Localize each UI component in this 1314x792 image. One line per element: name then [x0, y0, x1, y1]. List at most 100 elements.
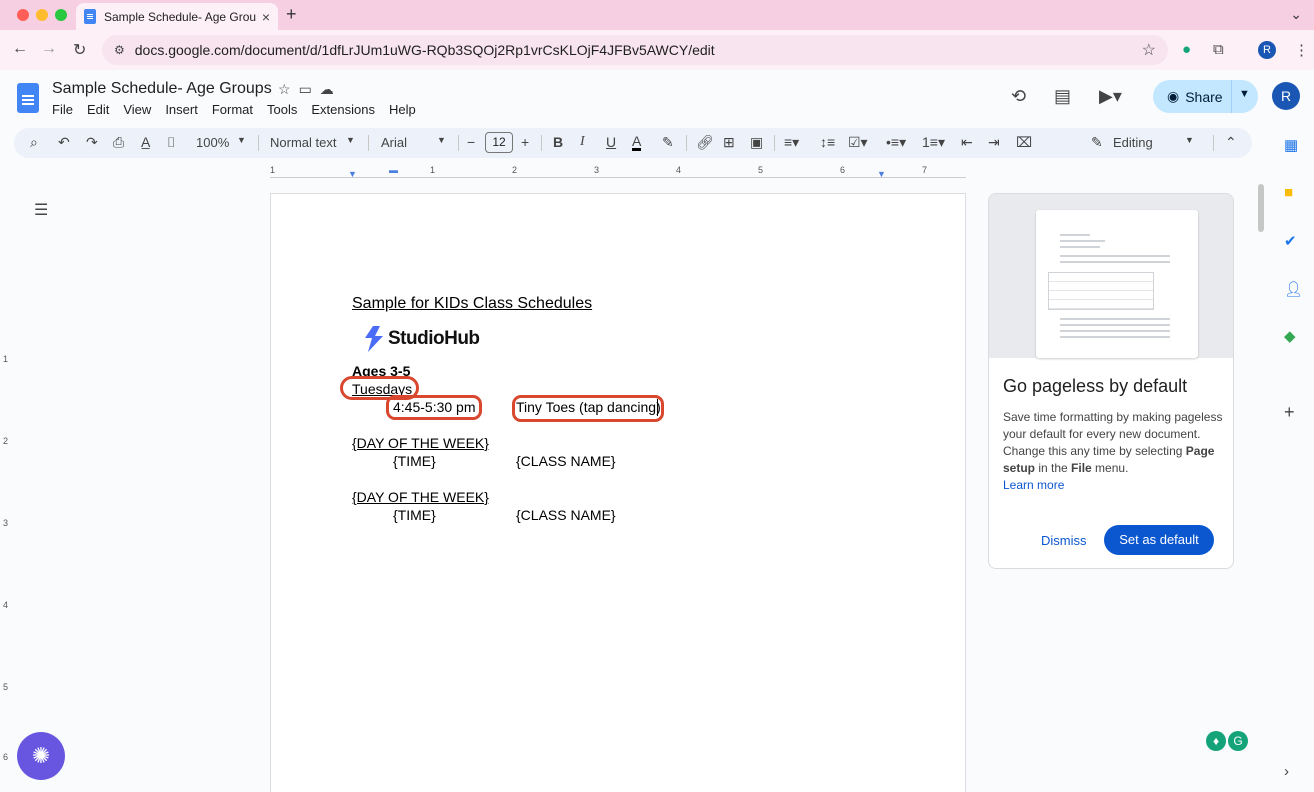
insert-image-icon[interactable]: ▣: [750, 134, 763, 151]
tab-search-chevron-icon[interactable]: ⌄: [1290, 6, 1302, 23]
share-button[interactable]: ◉ Share ▼: [1153, 80, 1258, 113]
new-tab-button[interactable]: +: [286, 4, 297, 25]
schedule-class[interactable]: {CLASS NAME}: [516, 507, 616, 523]
set-as-default-button[interactable]: Set as default: [1104, 525, 1214, 555]
calendar-icon[interactable]: ▦: [1284, 136, 1298, 154]
docs-logo-icon[interactable]: [17, 83, 39, 113]
browser-tab[interactable]: Sample Schedule- Age Group ×: [76, 3, 278, 30]
move-folder-icon[interactable]: ▭: [299, 81, 320, 97]
first-line-indent-marker-icon[interactable]: ▬: [389, 165, 398, 175]
document-title[interactable]: Sample Schedule- Age Groups: [52, 80, 272, 98]
minimize-window-button[interactable]: [36, 9, 48, 21]
browser-profile-avatar[interactable]: R: [1258, 41, 1276, 59]
text-color-icon[interactable]: A: [632, 134, 642, 151]
learn-more-link[interactable]: Learn more: [1003, 478, 1064, 492]
schedule-day[interactable]: {DAY OF THE WEEK}: [352, 435, 489, 451]
menu-file[interactable]: File: [52, 102, 73, 117]
menu-format[interactable]: Format: [212, 102, 253, 117]
schedule-day[interactable]: {DAY OF THE WEEK}: [352, 489, 489, 505]
menu-edit[interactable]: Edit: [87, 102, 109, 117]
maximize-window-button[interactable]: [55, 9, 67, 21]
bulleted-list-icon[interactable]: •≡▾: [886, 134, 906, 151]
schedule-time[interactable]: {TIME}: [393, 453, 436, 469]
scrollbar-thumb[interactable]: [1258, 184, 1264, 232]
add-comment-icon[interactable]: ⊞: [723, 134, 735, 151]
line-spacing-icon[interactable]: ↕≡: [820, 134, 835, 150]
checklist-icon[interactable]: ☑▾: [848, 134, 868, 151]
redo-icon[interactable]: ↷: [86, 134, 98, 151]
style-chevron-icon[interactable]: ▼: [346, 135, 355, 145]
right-indent-marker-icon[interactable]: ▼: [877, 169, 886, 179]
numbered-list-icon[interactable]: 1≡▾: [922, 134, 945, 151]
grammarly-widget[interactable]: ♦ G: [1206, 731, 1252, 755]
bookmark-star-icon[interactable]: ☆: [1142, 40, 1156, 60]
dismiss-button[interactable]: Dismiss: [1041, 533, 1087, 548]
bold-icon[interactable]: B: [553, 134, 563, 150]
menu-insert[interactable]: Insert: [165, 102, 198, 117]
schedule-time[interactable]: {TIME}: [393, 507, 436, 523]
back-arrow-icon[interactable]: ←: [12, 40, 28, 58]
get-add-ons-icon[interactable]: +: [1284, 402, 1295, 423]
increase-font-size-icon[interactable]: +: [521, 134, 529, 150]
forward-arrow-icon[interactable]: →: [41, 40, 57, 58]
grammarly-extension-icon[interactable]: ●: [1182, 41, 1191, 58]
horizontal-ruler[interactable]: 1 1 2 3 4 5 6 7 ▼ ▬ ▼: [270, 165, 966, 181]
comments-icon[interactable]: ▤: [1054, 86, 1071, 107]
decrease-font-size-icon[interactable]: −: [467, 134, 475, 150]
meet-video-icon[interactable]: ▶▾: [1099, 86, 1122, 107]
extensions-puzzle-icon[interactable]: ⧉: [1213, 41, 1224, 58]
hide-menus-chevron-icon[interactable]: ⌃: [1225, 134, 1237, 151]
site-settings-icon[interactable]: ⚙: [114, 43, 125, 57]
grammarly-g-icon[interactable]: G: [1228, 731, 1248, 751]
editing-mode-select[interactable]: Editing: [1113, 135, 1153, 150]
align-icon[interactable]: ≡▾: [784, 134, 799, 151]
font-size-input[interactable]: 12: [485, 132, 513, 153]
cloud-saved-icon[interactable]: ☁: [320, 81, 342, 97]
undo-icon[interactable]: ↶: [58, 134, 70, 151]
maps-icon[interactable]: ◆: [1284, 327, 1296, 345]
insert-link-icon[interactable]: 🔗︎: [696, 134, 714, 151]
star-icon[interactable]: ☆: [278, 81, 299, 97]
increase-indent-icon[interactable]: ⇥: [988, 134, 1000, 151]
zoom-chevron-icon[interactable]: ▼: [237, 135, 246, 145]
spellcheck-icon[interactable]: A̲: [141, 134, 150, 150]
decrease-indent-icon[interactable]: ⇤: [961, 134, 973, 151]
menu-help[interactable]: Help: [389, 102, 416, 117]
tasks-icon[interactable]: ✔: [1284, 232, 1297, 250]
italic-icon[interactable]: I: [580, 134, 585, 150]
font-chevron-icon[interactable]: ▼: [437, 135, 446, 145]
version-history-icon[interactable]: ⟲: [1011, 86, 1026, 107]
tab-close-icon[interactable]: ×: [262, 9, 270, 25]
show-side-panel-chevron-icon[interactable]: ›: [1284, 763, 1289, 780]
assistant-fab-icon[interactable]: ✺: [17, 732, 65, 780]
document-outline-icon[interactable]: ☰: [34, 200, 48, 220]
menu-tools[interactable]: Tools: [267, 102, 297, 117]
menu-view[interactable]: View: [123, 102, 151, 117]
highlight-color-icon[interactable]: ✎: [662, 134, 674, 151]
vertical-ruler[interactable]: 1 2 3 4 5 6: [0, 182, 14, 792]
menu-extensions[interactable]: Extensions: [311, 102, 375, 117]
paint-format-icon[interactable]: ⌷: [167, 134, 175, 151]
schedule-class[interactable]: {CLASS NAME}: [516, 453, 616, 469]
search-menus-icon[interactable]: ⌕: [30, 134, 38, 151]
reload-icon[interactable]: ↻: [73, 40, 86, 60]
document-heading[interactable]: Sample for KIDs Class Schedules: [352, 295, 592, 313]
left-indent-marker-icon[interactable]: ▼: [348, 169, 357, 179]
clear-formatting-icon[interactable]: ⌧: [1016, 134, 1032, 151]
paragraph-style-select[interactable]: Normal text: [270, 135, 336, 150]
browser-menu-icon[interactable]: ⋮: [1294, 41, 1309, 59]
zoom-select[interactable]: 100%: [196, 135, 229, 150]
annotation-circle-class: [512, 395, 664, 422]
editing-pencil-icon[interactable]: ✎: [1091, 134, 1103, 151]
font-family-select[interactable]: Arial: [381, 135, 407, 150]
keep-icon[interactable]: ■: [1284, 184, 1293, 201]
print-icon[interactable]: ⎙: [113, 134, 124, 151]
share-dropdown-chevron-icon[interactable]: ▼: [1239, 88, 1250, 100]
contacts-icon[interactable]: 👤︎: [1284, 280, 1303, 298]
underline-icon[interactable]: U: [606, 134, 616, 150]
mode-chevron-icon[interactable]: ▼: [1185, 135, 1194, 145]
url-field[interactable]: ⚙ docs.google.com/document/d/1dfLrJUm1uW…: [102, 35, 1168, 65]
close-window-button[interactable]: [17, 9, 29, 21]
grammarly-bulb-icon[interactable]: ♦: [1206, 731, 1226, 751]
account-avatar[interactable]: R: [1272, 82, 1300, 110]
